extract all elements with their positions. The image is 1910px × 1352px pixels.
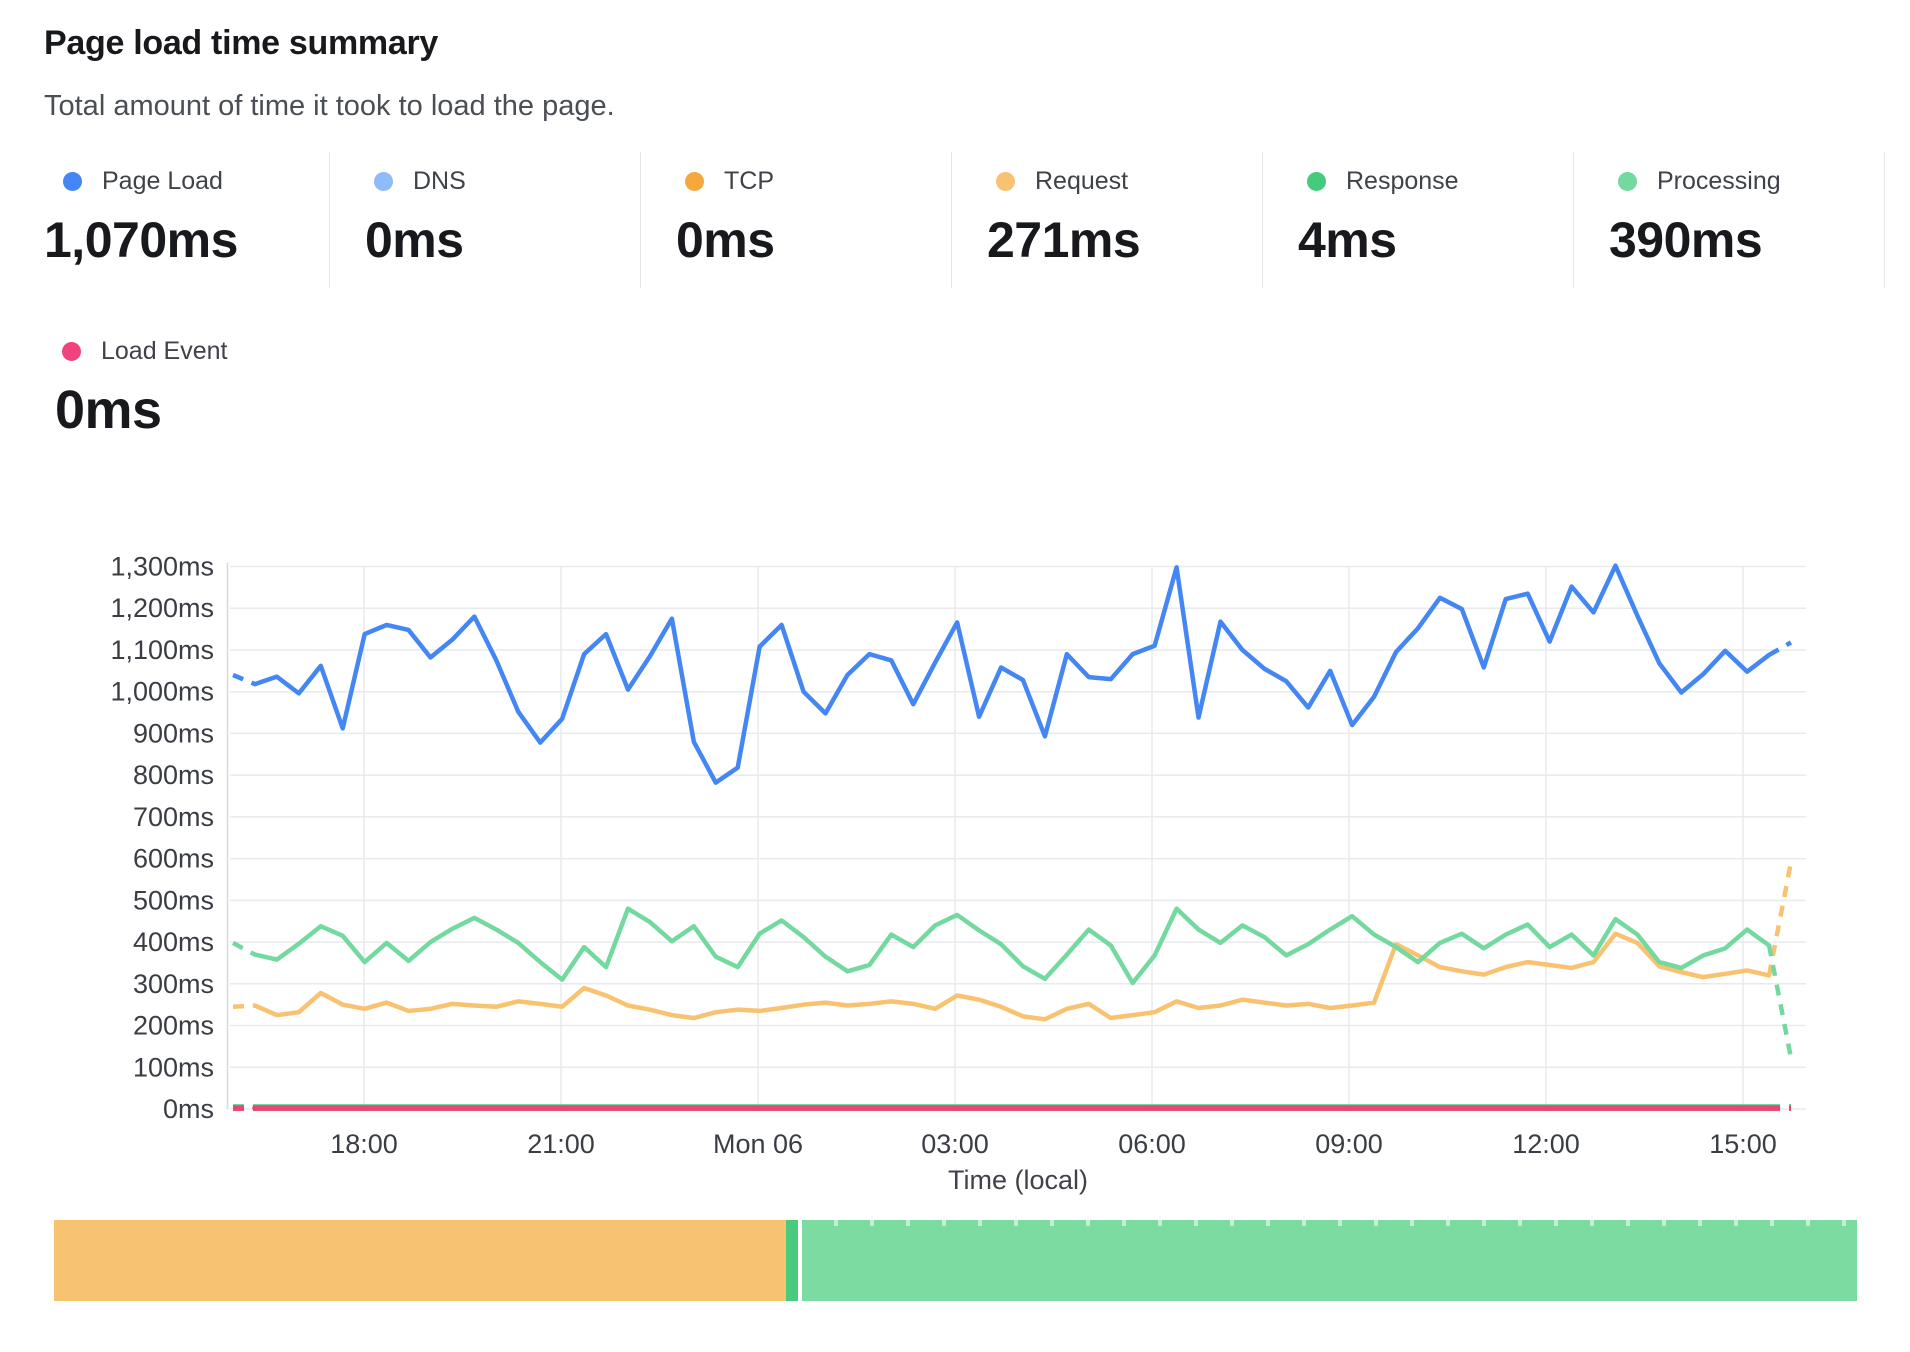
- legend-label: DNS: [413, 167, 466, 196]
- legend-item-dns[interactable]: DNS 0ms: [330, 152, 641, 288]
- series-request: [255, 934, 1769, 1020]
- request-dot-icon: [996, 172, 1015, 191]
- legend-value: 271ms: [952, 214, 1262, 266]
- x-axis-tick-label: 12:00: [1512, 1129, 1580, 1159]
- y-axis-tick-label: 900ms: [133, 718, 214, 748]
- legend-value: 0ms: [330, 214, 640, 266]
- x-axis-tick-label: 21:00: [527, 1129, 595, 1159]
- status-segment-green-stripe[interactable]: [786, 1220, 798, 1301]
- y-axis-tick-label: 1,200ms: [110, 593, 214, 623]
- processing-dot-icon: [1618, 172, 1637, 191]
- series-page-load: [1769, 642, 1791, 655]
- legend-label: Page Load: [102, 167, 223, 196]
- response-dot-icon: [1307, 172, 1326, 191]
- legend-item-processing[interactable]: Processing 390ms: [1574, 152, 1885, 288]
- status-segment-green[interactable]: [802, 1220, 1857, 1301]
- legend-value: 1,070ms: [44, 214, 329, 266]
- y-axis-tick-label: 300ms: [133, 969, 214, 999]
- y-axis-tick-label: 400ms: [133, 927, 214, 957]
- y-axis-tick-label: 500ms: [133, 885, 214, 915]
- series-request: [1769, 862, 1791, 976]
- legend-label: Load Event: [101, 337, 228, 366]
- page-load-dot-icon: [63, 172, 82, 191]
- series-processing: [233, 943, 255, 955]
- x-axis-tick-label: 06:00: [1118, 1129, 1186, 1159]
- y-axis-tick-label: 100ms: [133, 1052, 214, 1082]
- dns-dot-icon: [374, 172, 393, 191]
- series-page-load: [233, 675, 255, 684]
- x-axis-title: Time (local): [948, 1165, 1088, 1195]
- legend-value: 4ms: [1263, 214, 1573, 266]
- legend-label: Processing: [1657, 167, 1781, 196]
- x-axis-tick-label: Mon 06: [713, 1129, 803, 1159]
- status-segment-orange[interactable]: [54, 1220, 786, 1301]
- y-axis-tick-label: 1,300ms: [110, 551, 214, 581]
- page-subtitle: Total amount of time it took to load the…: [44, 90, 615, 123]
- load-event-dot-icon: [62, 342, 81, 361]
- page-title: Page load time summary: [44, 24, 438, 63]
- legend-item-page-load[interactable]: Page Load 1,070ms: [44, 152, 330, 288]
- legend-label: TCP: [724, 167, 774, 196]
- x-axis-tick-label: 09:00: [1315, 1129, 1383, 1159]
- legend-item-load-event[interactable]: Load Event 0ms: [44, 336, 228, 438]
- metrics-legend-row: Page Load 1,070ms DNS 0ms TCP 0ms Reques…: [44, 152, 1885, 288]
- legend-label: Response: [1346, 167, 1459, 196]
- x-axis-tick-label: 18:00: [330, 1129, 398, 1159]
- series-processing: [255, 909, 1769, 983]
- y-axis-tick-label: 700ms: [133, 802, 214, 832]
- status-segment-notches: [802, 1220, 1857, 1226]
- x-axis-tick-label: 03:00: [921, 1129, 989, 1159]
- page-load-time-chart[interactable]: 0ms 100ms 200ms 300ms 400ms 500ms 600ms 700ms 80…: [0, 427, 1910, 1217]
- legend-item-response[interactable]: Response 4ms: [1263, 152, 1574, 288]
- y-axis-tick-label: 1,100ms: [110, 635, 214, 665]
- x-axis-tick-label: 15:00: [1709, 1129, 1777, 1159]
- y-axis-tick-label: 0ms: [163, 1094, 214, 1124]
- series-request: [233, 1006, 255, 1007]
- y-axis-tick-label: 600ms: [133, 844, 214, 874]
- legend-item-request[interactable]: Request 271ms: [952, 152, 1263, 288]
- series-processing: [1769, 945, 1791, 1058]
- y-axis-tick-label: 800ms: [133, 760, 214, 790]
- legend-item-tcp[interactable]: TCP 0ms: [641, 152, 952, 288]
- tcp-dot-icon: [685, 172, 704, 191]
- legend-label: Request: [1035, 167, 1128, 196]
- status-timeline-bar[interactable]: [54, 1220, 1857, 1301]
- legend-value: 0ms: [641, 214, 951, 266]
- legend-value: 390ms: [1574, 214, 1884, 266]
- y-axis-tick-label: 200ms: [133, 1011, 214, 1041]
- y-axis-tick-label: 1,000ms: [110, 677, 214, 707]
- series-page-load: [255, 566, 1769, 783]
